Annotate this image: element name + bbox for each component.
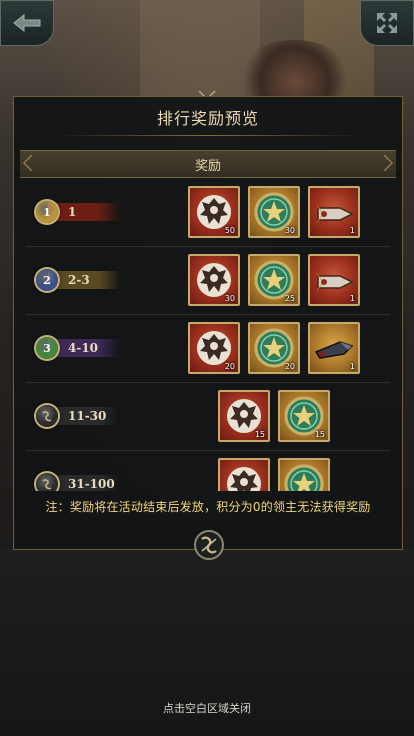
rank-row: 4-10 3 20 20 1 — [26, 315, 390, 383]
rank-badge-icon — [36, 405, 58, 427]
rank-label-group: 11-30 — [36, 405, 146, 427]
reward-item[interactable]: 25 — [248, 254, 300, 306]
reward-list[interactable]: 1 1 50 30 1 2-3 2 30 25 1 4-10 3 20 20 1 11-30 15 15 31-10… — [14, 179, 402, 491]
reward-item[interactable]: 1 — [308, 186, 360, 238]
reward-item-count: 20 — [224, 362, 235, 371]
reward-item[interactable] — [218, 458, 270, 491]
rank-range-label: 31-100 — [48, 475, 120, 491]
rank-range-label: 4-10 — [48, 339, 120, 357]
reward-items: 50 30 1 — [188, 186, 360, 242]
header-cap-right-icon — [384, 155, 394, 171]
rank-row: 2-3 2 30 25 1 — [26, 247, 390, 315]
reward-item-count: 1 — [349, 294, 355, 303]
reward-item[interactable]: 30 — [248, 186, 300, 238]
expand-arrows-icon — [377, 13, 397, 33]
reward-item[interactable]: 20 — [248, 322, 300, 374]
rank-row: 31-100 — [26, 451, 390, 491]
rank-range-label: 2-3 — [48, 271, 120, 289]
reward-item-count: 1 — [349, 362, 355, 371]
rank-row: 11-30 15 15 — [26, 383, 390, 451]
reward-item-count: 30 — [224, 294, 235, 303]
rank-badge-icon — [36, 473, 58, 491]
reward-item[interactable]: 1 — [308, 254, 360, 306]
rank-label-group: 4-10 3 — [36, 337, 146, 359]
reward-item-count: 15 — [314, 430, 325, 439]
reward-items: 20 20 1 — [188, 322, 360, 378]
close-hint[interactable]: 点击空白区域关闭 — [0, 700, 414, 716]
rank-badge-icon: 1 — [36, 201, 58, 223]
reward-item-count: 50 — [224, 226, 235, 235]
reward-items — [218, 458, 330, 491]
rank-range-label: 1 — [48, 203, 120, 221]
expand-button[interactable] — [360, 0, 414, 46]
reward-item-count: 20 — [284, 362, 295, 371]
reward-item-count: 25 — [284, 294, 295, 303]
emblem-icon — [194, 530, 224, 560]
reward-item[interactable]: 1 — [308, 322, 360, 374]
rank-label-group: 2-3 2 — [36, 269, 146, 291]
reward-item[interactable]: 30 — [188, 254, 240, 306]
rank-reward-panel: 排行奖励预览 奖励 1 1 50 30 1 2-3 2 30 25 1 4-10 3 20 20 1 11-3… — [13, 96, 403, 560]
panel-title-bar: 排行奖励预览 — [14, 97, 402, 137]
reward-item[interactable]: 15 — [278, 390, 330, 442]
reward-item-count: 1 — [349, 226, 355, 235]
rank-label-group: 31-100 — [36, 473, 146, 491]
rank-range-label: 11-30 — [48, 407, 120, 425]
reward-item-count: 30 — [284, 226, 295, 235]
reward-column-label: 奖励 — [194, 158, 221, 174]
rank-label-group: 11 — [36, 201, 146, 223]
arrow-left-icon — [13, 13, 41, 33]
reward-items: 30 25 1 — [188, 254, 360, 310]
reward-item[interactable] — [278, 458, 330, 491]
back-button[interactable] — [0, 0, 54, 46]
reward-item[interactable]: 15 — [218, 390, 270, 442]
title-divider — [54, 135, 362, 136]
panel-title: 排行奖励预览 — [156, 109, 259, 128]
rank-row: 1 1 50 30 1 — [26, 179, 390, 247]
reward-item-count: 15 — [254, 430, 265, 439]
reward-item[interactable]: 20 — [188, 322, 240, 374]
reward-column-header: 奖励 — [20, 150, 396, 178]
header-cap-left-icon — [22, 155, 32, 171]
reward-items: 15 15 — [218, 390, 330, 446]
rank-badge-icon: 3 — [36, 337, 58, 359]
reward-item[interactable]: 50 — [188, 186, 240, 238]
reward-note: 注：奖励将在活动结束后发放，积分为0的领主无法获得奖励 — [45, 500, 371, 514]
rank-badge-icon: 2 — [36, 269, 58, 291]
